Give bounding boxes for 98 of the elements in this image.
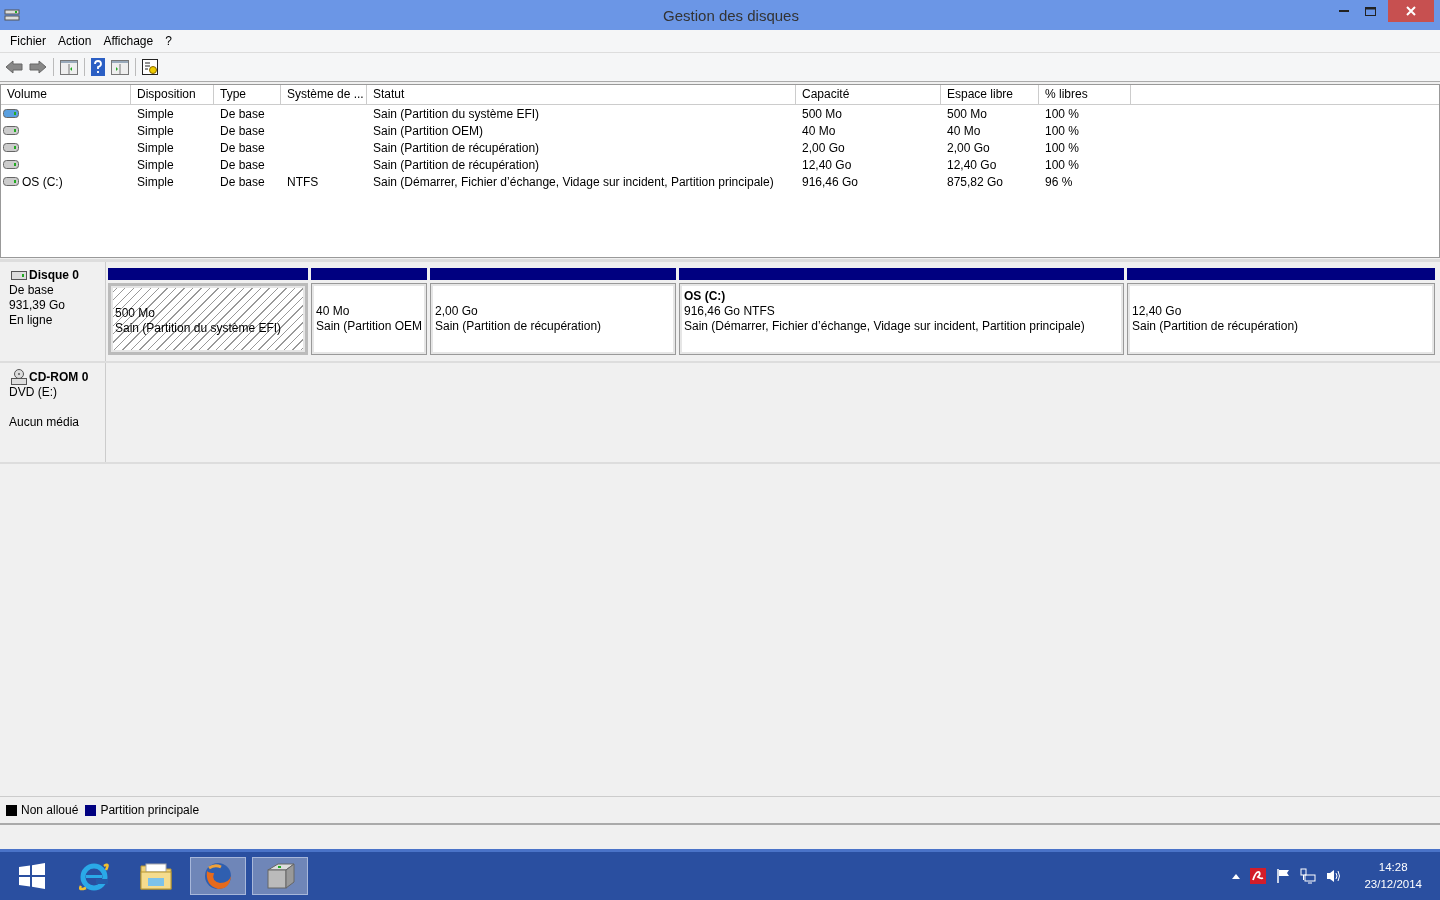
clock-date: 23/12/2014 (1364, 877, 1422, 892)
partition-size: 916,46 Go NTFS (684, 304, 776, 319)
table-cell-text: Simple (136, 140, 175, 155)
clock-time: 14:28 (1378, 860, 1408, 875)
table-cell-text: 500 Mo (801, 106, 844, 121)
disk-detail: DVD (E:) (9, 385, 58, 400)
antivirus-icon[interactable] (1250, 868, 1267, 884)
speaker-icon[interactable] (1326, 868, 1343, 884)
windows-logo-icon (19, 863, 45, 889)
browser-e-icon (78, 860, 110, 892)
drive-icon[interactable] (3, 109, 19, 118)
disk-name: CD-ROM 0 (29, 369, 89, 385)
partition-size: 500 Mo (115, 306, 157, 321)
table-cell-text: De base (219, 123, 266, 138)
drive-icon (11, 270, 27, 281)
menu-item[interactable]: Affichage (97, 34, 160, 48)
disk-detail: De base (9, 283, 55, 298)
legend-label: Partition principale (100, 803, 200, 817)
table-cell-text: 916,46 Go (801, 174, 860, 189)
table-cell-text: 2,00 Go (801, 140, 846, 155)
partition-status: Sain (Partition du système EFI) (115, 321, 283, 336)
column-header[interactable]: Système de ... (281, 85, 367, 104)
menu-item[interactable]: Action (52, 34, 98, 48)
taskbar-app[interactable] (252, 857, 308, 895)
table-cell-text: 2,00 Go (946, 140, 991, 155)
network-icon[interactable] (1300, 868, 1317, 884)
help-icon[interactable] (91, 58, 105, 76)
table-cell-text: Sain (Partition du système EFI) (372, 106, 541, 121)
table-cell-text: 40 Mo (946, 123, 982, 138)
drive-icon[interactable] (3, 143, 19, 152)
panel-icon[interactable] (60, 59, 78, 75)
table-cell-text: 100 % (1044, 157, 1081, 172)
table-cell-text: Simple (136, 157, 175, 172)
forward-arrow-icon[interactable] (29, 60, 47, 74)
fox-globe-icon (203, 861, 233, 891)
column-header[interactable]: Espace libre (941, 85, 1039, 104)
partition-size: 40 Mo (316, 304, 351, 319)
table-cell-text: De base (219, 106, 266, 121)
clock[interactable]: 14:28 23/12/2014 (1364, 859, 1422, 893)
partition-status: Sain (Partition de récupération) (1132, 319, 1300, 334)
column-header[interactable]: Disposition (131, 85, 214, 104)
table-cell-text: Sain (Partition de récupération) (372, 140, 541, 155)
window-title: Gestion des disques (663, 6, 799, 24)
taskbar-app[interactable] (190, 857, 246, 895)
table-cell-text: 100 % (1044, 106, 1081, 121)
drive-icon[interactable] (3, 126, 19, 135)
disk-detail: En ligne (9, 313, 54, 328)
table-cell-text: De base (219, 140, 266, 155)
table-cell-text: De base (219, 157, 266, 172)
column-header[interactable]: % libres (1039, 85, 1131, 104)
disk-detail: 931,39 Go (9, 298, 67, 313)
disk-name: Disque 0 (29, 268, 79, 283)
panel-icon[interactable] (111, 59, 129, 75)
partition-status: Sain (Partition de récupération) (435, 319, 603, 334)
close-icon (1406, 6, 1416, 16)
minimize-icon (1338, 9, 1349, 13)
table-cell-text: 12,40 Go (801, 157, 853, 172)
back-arrow-icon[interactable] (5, 60, 23, 74)
disk-detail: Aucun média (9, 415, 81, 430)
drive-icon[interactable] (3, 160, 19, 169)
optical-drive-icon (11, 369, 27, 385)
table-cell-text: 500 Mo (946, 106, 989, 121)
column-header[interactable]: Capacité (796, 85, 941, 104)
column-header[interactable]: Volume (1, 85, 131, 104)
table-cell-text: 96 % (1044, 174, 1074, 189)
folder-icon (140, 862, 172, 890)
table-cell-text: Sain (Partition de récupération) (372, 157, 541, 172)
table-cell-text: Sain (Démarrer, Fichier d’échange, Vidage sur incident, Partition principale) (372, 174, 775, 189)
table-cell-text: 100 % (1044, 140, 1081, 155)
table-cell-text: 40 Mo (801, 123, 837, 138)
table-cell-text: De base (219, 174, 266, 189)
table-cell-text: Simple (136, 123, 175, 138)
column-header[interactable]: Type (214, 85, 281, 104)
table-cell-text: 12,40 Go (946, 157, 998, 172)
close-button[interactable] (1388, 0, 1434, 22)
partition-status: Sain (Démarrer, Fichier d’échange, Vidage sur incident, Partition principale) (684, 319, 1086, 334)
partition-name: OS (C:) (684, 289, 727, 304)
partition-size: 12,40 Go (1132, 304, 1183, 319)
maximize-icon (1365, 6, 1376, 16)
table-cell-text: Simple (136, 106, 175, 121)
chevron-up-icon[interactable] (1232, 873, 1241, 879)
column-header[interactable]: Statut (367, 85, 796, 104)
drive-icon[interactable] (3, 177, 19, 186)
drive-icon (4, 8, 20, 22)
menu-item[interactable]: ? (159, 34, 178, 48)
volume-name[interactable]: OS (C:) (20, 173, 65, 190)
drive-toolbox-icon (264, 862, 296, 890)
table-cell-text: 100 % (1044, 123, 1081, 138)
table-cell-text: Simple (136, 174, 175, 189)
properties-icon[interactable] (142, 59, 158, 75)
table-cell-text: Sain (Partition OEM) (372, 123, 485, 138)
table-cell-text: 875,82 Go (946, 174, 1005, 189)
partition-status: Sain (Partition OEM (316, 319, 423, 334)
partition-size: 2,00 Go (435, 304, 479, 319)
legend-label: Non alloué (21, 803, 79, 817)
flag-icon[interactable] (1276, 868, 1291, 884)
table-cell-text: NTFS (286, 174, 320, 189)
menu-item[interactable]: Fichier (4, 34, 52, 48)
